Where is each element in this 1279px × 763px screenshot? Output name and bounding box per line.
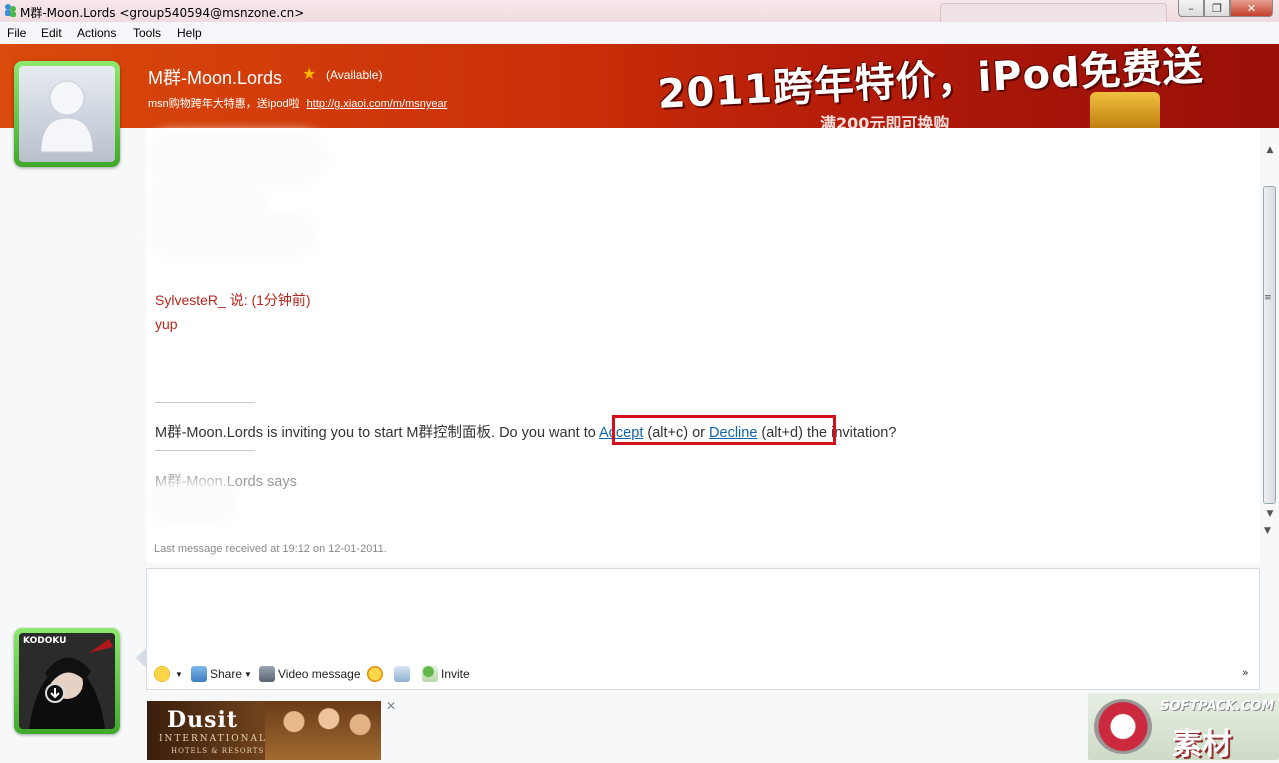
ad-brand: Dusit — [167, 707, 238, 733]
wink-button[interactable] — [367, 666, 386, 682]
redacted-region — [152, 183, 262, 223]
scrollbar-grip-icon: ≡ — [1264, 293, 1272, 303]
watermark-cn-text: 素材 — [1172, 727, 1232, 762]
compose-pointer — [136, 648, 146, 668]
last-message-timestamp: Last message received at 19:12 on 12-01-… — [154, 543, 387, 555]
share-label: Share — [210, 667, 243, 681]
watermark-text: SOFTPACK.COM — [1160, 699, 1275, 714]
scrollbar-thumb[interactable] — [1263, 186, 1276, 504]
chevron-down-icon: ▼ — [175, 669, 183, 679]
menu-bar: File Edit Actions Tools Help — [0, 22, 1279, 45]
invitation-text: M群-Moon.Lords is inviting you to start M… — [155, 425, 600, 441]
personal-message: msn购物跨年大特惠，送ipod啦 http://g.xiaoi.com/m/m… — [148, 95, 447, 111]
video-camera-icon — [259, 666, 275, 682]
minimize-button[interactable]: – — [1178, 0, 1204, 17]
message-sender: SylvesteR_ 说: (1分钟前) — [155, 292, 311, 308]
scroll-down-arrow-icon[interactable]: ▼ — [1261, 507, 1279, 521]
share-button[interactable]: Share ▼ — [191, 666, 252, 682]
contact-name: M群-Moon.Lords — [148, 68, 283, 88]
bottom-ad-banner[interactable]: Dusit INTERNATIONAL HOTELS & RESORTS — [147, 701, 381, 760]
nudge-icon — [394, 666, 410, 682]
ad-photo — [265, 701, 381, 760]
redacted-region — [152, 220, 312, 250]
close-button[interactable]: ✕ — [1230, 0, 1273, 17]
window-title: M群-Moon.Lords <group540594@msnzone.cn> — [20, 6, 305, 20]
emoticon-button[interactable]: ▼ — [154, 666, 183, 682]
status-text: (Available) — [326, 68, 383, 82]
invite-label: Invite — [441, 667, 470, 681]
menu-edit[interactable]: Edit — [41, 26, 62, 40]
contact-avatar[interactable] — [14, 61, 120, 167]
menu-tools[interactable]: Tools — [133, 26, 161, 40]
wink-icon — [367, 666, 383, 682]
highlight-annotation — [612, 415, 836, 445]
watermark: SOFTPACK.COM 素材 — [1088, 693, 1279, 762]
default-user-icon — [40, 80, 94, 153]
avatar-caption: KODOKU — [23, 636, 67, 646]
nudge-button[interactable] — [394, 666, 413, 682]
separator — [155, 450, 255, 451]
title-bar: M群-Moon.Lords <group540594@msnzone.cn> –… — [0, 0, 1279, 23]
close-ad-icon[interactable]: ✕ — [386, 699, 396, 713]
menu-actions[interactable]: Actions — [77, 26, 116, 40]
add-contact-icon — [422, 666, 438, 682]
compose-toolbar: ▼ Share ▼ Video message Invite — [148, 662, 1258, 686]
watermark-logo-icon — [1094, 699, 1152, 754]
background-window-tab — [940, 3, 1167, 23]
personal-message-link[interactable]: http://g.xiaoi.com/m/msnyear — [307, 98, 448, 110]
menu-help[interactable]: Help — [177, 26, 202, 40]
smiley-icon — [154, 666, 170, 682]
maximize-button[interactable]: ❐ — [1204, 0, 1230, 17]
video-message-button[interactable]: Video message — [259, 666, 361, 682]
redacted-region — [152, 488, 232, 518]
invite-button[interactable]: Invite — [422, 666, 470, 682]
user-avatar[interactable]: KODOKU — [14, 628, 120, 734]
picture-icon — [191, 666, 207, 682]
ad-line-1: INTERNATIONAL — [159, 734, 267, 744]
separator — [155, 402, 255, 403]
ad-line-2: HOTELS & RESORTS — [171, 747, 265, 755]
video-message-label: Video message — [278, 667, 361, 681]
scroll-up-arrow-icon[interactable]: ▲ — [1261, 143, 1279, 157]
message-body: yup — [155, 316, 178, 332]
messenger-icon — [5, 4, 16, 17]
conversation-scrollbar[interactable]: ▲ ≡ ▼ — [1261, 140, 1279, 523]
gift-icon — [1090, 92, 1160, 128]
menu-file[interactable]: File — [7, 26, 26, 40]
scroll-end-arrow-icon[interactable]: ▼ — [1264, 526, 1271, 536]
user-picture — [19, 633, 115, 729]
personal-message-text: msn购物跨年大特惠，送ipod啦 — [148, 98, 300, 110]
star-icon: ★ — [302, 64, 317, 83]
chevron-down-icon: ▼ — [244, 669, 252, 679]
expand-toolbar-button[interactable]: » — [1242, 666, 1249, 679]
redacted-region — [152, 138, 322, 178]
banner-ad-subtext: 满200元即可换购 — [820, 114, 950, 128]
conversation-area: SylvesteR_ 说: (1分钟前) yup M群-Moon.Lords i… — [146, 128, 1260, 563]
